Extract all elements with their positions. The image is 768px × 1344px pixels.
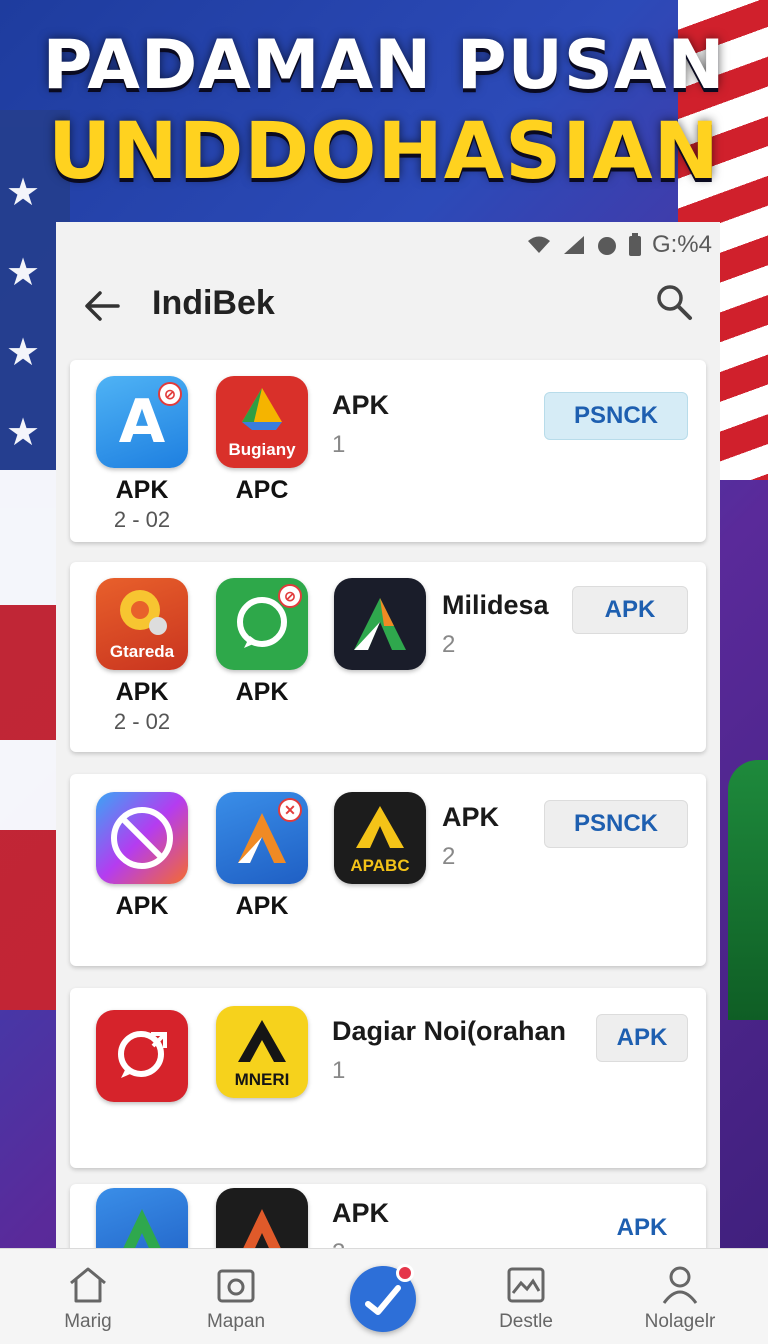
app-label: APK [115,476,169,504]
app-store-icon: ✕ [216,792,308,884]
card-name: APK [442,802,500,832]
nav-label: Nolagelr [644,1311,716,1332]
card-info: Dagiar Noi(orahan 1 [332,1016,566,1085]
nav-label: Destle [499,1311,553,1332]
app-label: APK [115,892,169,920]
whatsapp-icon: ⊘ [216,578,308,670]
app-tile[interactable]: APK [96,792,188,921]
action-button[interactable]: APK [596,1014,688,1062]
app-card[interactable]: A ⊘ APK 2 - 02 Bugiany APC APK 1 PSNCK [70,360,706,542]
wifi-icon [527,236,550,253]
star-icon: ★ [6,332,41,374]
icon-caption: MNERI [234,1070,290,1089]
app-card[interactable]: APK 2 APK [70,1184,706,1250]
app-tile[interactable]: APABC [334,792,426,884]
camera-icon [217,1269,255,1303]
arrow-app-icon [216,1188,308,1250]
search-icon[interactable] [654,282,694,322]
app-store-icon [96,1188,188,1250]
headline-line1-b: PUSAN [456,26,726,105]
gallery-icon [507,1267,545,1303]
app-tile[interactable]: ⊘ APK [216,578,308,707]
app-tile[interactable]: A ⊘ APK 2 - 02 [96,376,188,533]
profile-icon [662,1266,698,1304]
icon-caption: Bugiany [228,440,296,459]
icon-caption: APABC [350,856,410,875]
nav-item-gallery[interactable]: Destle [466,1265,586,1333]
android-a-icon [334,578,426,670]
chat-bubble-icon [96,1010,188,1102]
card-info: APK 2 [442,802,499,871]
mneri-icon: MNERI [216,1006,308,1098]
card-name: APK [332,390,390,420]
nav-item-home[interactable]: Marig [28,1265,148,1333]
home-icon [70,1267,106,1303]
app-tile[interactable] [334,578,426,670]
app-tile[interactable]: Bugiany APC [216,376,308,505]
card-count: 1 [332,431,346,458]
green-decoration [728,760,768,1020]
app-sublabel: 2 - 02 [113,507,171,532]
top-app-bar: IndiBek [56,270,720,350]
page-title: IndiBek [152,284,275,322]
app-label: APC [235,476,289,504]
card-info: APK 1 [332,390,389,459]
notification-dot [396,1264,414,1282]
app-tile[interactable] [96,1188,188,1250]
prohibited-icon [96,792,188,884]
headline: PADAMAN PUSAN UNDDOHASIAN [0,26,768,198]
card-count: 2 [442,631,456,658]
nav-item-profile[interactable]: Nolagelr [620,1265,740,1333]
app-tile[interactable] [216,1188,308,1250]
action-button[interactable]: APK [596,1204,688,1250]
card-name: Milidesa [442,590,549,620]
icon-caption: Gtareda [109,642,175,661]
app-label: APK [235,678,289,706]
action-button[interactable]: PSNCK [544,800,688,848]
card-count: 1 [332,1057,346,1084]
star-icon: ★ [6,412,41,454]
headline-line1-a: PADAMAN [42,26,433,105]
back-arrow-icon[interactable] [80,284,124,328]
action-button[interactable]: PSNCK [544,392,688,440]
card-info: Milidesa 2 [442,590,549,659]
badge-icon: ⊘ [158,382,182,406]
headline-line2: UNDDOHASIAN [48,107,720,197]
status-bar: G:%4 [526,228,712,262]
card-name: APK [332,1198,390,1228]
battery-icon [628,233,641,256]
signal-icon [563,236,584,254]
badge-icon: ⊘ [278,584,302,608]
card-info: APK 2 [332,1198,389,1250]
google-drive-icon: Bugiany [216,376,308,468]
nav-label: Marig [64,1311,112,1332]
app-card[interactable]: MNERI Dagiar Noi(orahan 1 APK [70,988,706,1168]
app-tile[interactable]: ✕ APK [216,792,308,921]
nav-label: Mapan [206,1311,266,1332]
gear-app-icon: Gtareda [96,578,188,670]
app-store-icon: A ⊘ [96,376,188,468]
nav-item-camera[interactable]: Mapan [176,1265,296,1333]
apabc-icon: APABC [334,792,426,884]
app-card[interactable]: APK ✕ APK APABC APK 2 PSNCK [70,774,706,966]
app-tile[interactable]: Gtareda APK 2 - 02 [96,578,188,735]
app-tile[interactable]: MNERI [216,1006,308,1098]
app-sublabel: 2 - 02 [113,709,171,734]
action-button[interactable]: APK [572,586,688,634]
alarm-icon [597,237,616,255]
app-tile[interactable] [96,1010,188,1102]
star-icon: ★ [6,252,41,294]
app-label: APK [115,678,169,706]
status-time: G:%4 [651,231,712,258]
app-label: APK [235,892,289,920]
card-name: Dagiar Noi(orahan [332,1016,567,1046]
app-card[interactable]: Gtareda APK 2 - 02 ⊘ APK Milidesa 2 APK [70,562,706,752]
badge-icon: ✕ [278,798,302,822]
card-count: 2 [442,843,456,870]
